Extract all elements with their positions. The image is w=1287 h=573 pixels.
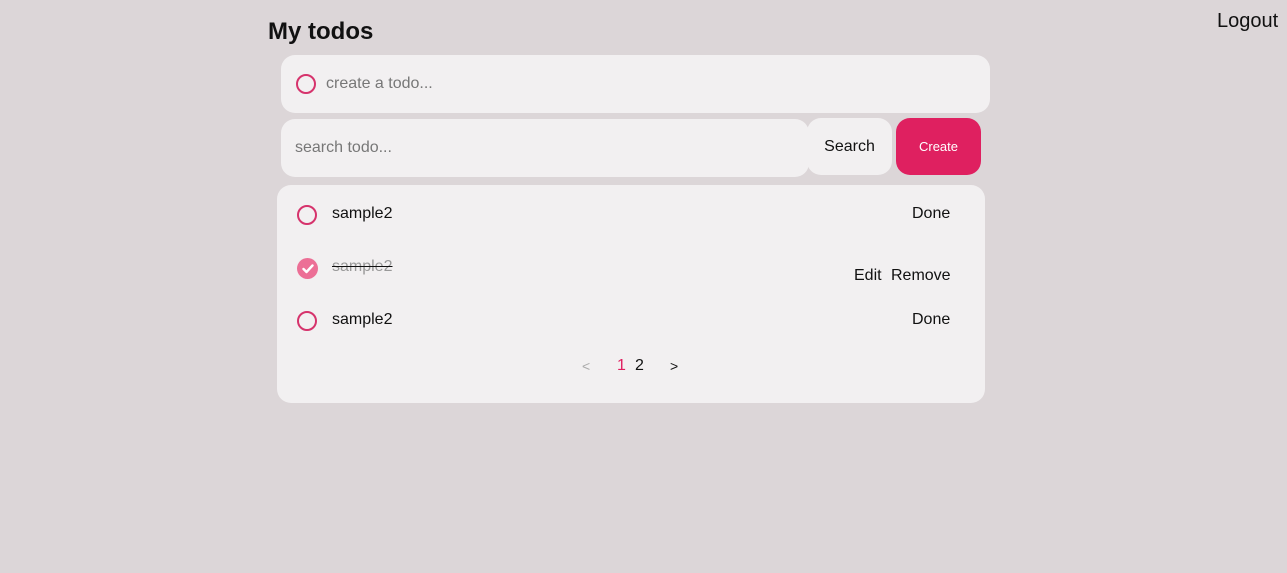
create-todo-input[interactable] (326, 69, 926, 99)
unchecked-circle-icon (296, 74, 316, 94)
todo-item: sample2 Done (277, 291, 985, 331)
todo-list: sample2 Done sample2 Edit Remove sample2… (277, 185, 985, 403)
next-page-button[interactable]: > (670, 358, 678, 374)
done-button[interactable]: Done (912, 205, 950, 223)
pagination: < 1 2 > (277, 357, 985, 379)
search-input[interactable] (295, 133, 795, 163)
todo-item: sample2 Edit Remove (277, 238, 985, 284)
todo-checkbox-checked[interactable] (297, 258, 318, 279)
create-todo-bar (281, 55, 990, 113)
search-button[interactable]: Search (807, 118, 892, 175)
todo-text: sample2 (332, 205, 393, 222)
todo-text: sample2 (332, 311, 393, 328)
todo-checkbox[interactable] (297, 311, 317, 331)
remove-button[interactable]: Remove (891, 267, 951, 285)
create-button[interactable]: Create (896, 118, 981, 175)
todo-checkbox[interactable] (297, 205, 317, 225)
page-title: My todos (268, 18, 374, 45)
logout-link[interactable]: Logout (1217, 10, 1278, 33)
todo-item: sample2 Done (277, 185, 985, 225)
todo-text: sample2 (332, 258, 393, 275)
prev-page-button[interactable]: < (582, 358, 590, 374)
checkmark-icon (301, 263, 314, 273)
page-2-link[interactable]: 2 (635, 357, 644, 375)
search-field (281, 119, 809, 177)
page-1-link[interactable]: 1 (617, 357, 626, 375)
edit-button[interactable]: Edit (854, 267, 882, 285)
done-button[interactable]: Done (912, 311, 950, 329)
